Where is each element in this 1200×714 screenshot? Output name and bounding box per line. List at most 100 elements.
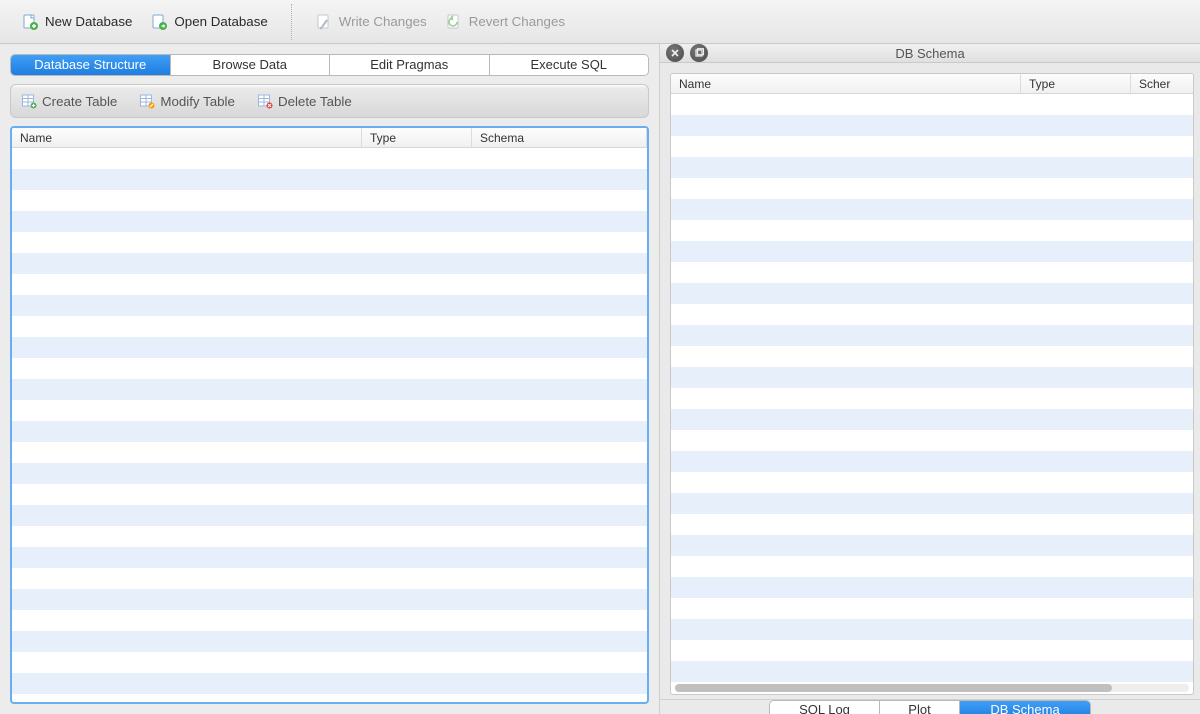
table-row [671,325,1193,346]
delete-table-label: Delete Table [278,94,352,109]
table-row [12,379,647,400]
table-row [12,358,647,379]
table-row [671,136,1193,157]
toolbar-section-file: New Database Open Database [6,8,283,36]
table-row [671,451,1193,472]
table-row [12,190,647,211]
table-row [12,295,647,316]
left-pane: Database Structure Browse Data Edit Prag… [0,44,660,714]
undock-panel-button[interactable] [690,44,708,62]
structure-col-type[interactable]: Type [362,128,472,147]
bottom-tab-plot[interactable]: Plot [880,701,960,714]
bottom-tab-db-schema[interactable]: DB Schema [960,701,1090,714]
open-database-label: Open Database [174,14,267,29]
write-changes-icon [315,13,333,31]
tab-edit-pragmas[interactable]: Edit Pragmas [330,55,490,75]
table-row [12,316,647,337]
right-pane: DB Schema Name Type Scher SQL Log Plot D… [660,44,1200,714]
open-database-button[interactable]: Open Database [141,8,276,36]
structure-tree[interactable]: Name Type Schema [10,126,649,704]
write-changes-button[interactable]: Write Changes [306,8,436,36]
create-table-label: Create Table [42,94,117,109]
table-row [671,493,1193,514]
table-row [12,400,647,421]
table-row [671,535,1193,556]
structure-action-bar: Create Table Modify Table Delete Table [10,84,649,118]
table-row [671,283,1193,304]
structure-tree-body [12,148,647,702]
table-row [12,526,647,547]
schema-table-header: Name Type Scher [671,74,1193,94]
schema-col-name[interactable]: Name [671,74,1021,93]
new-database-button[interactable]: New Database [12,8,141,36]
table-row [671,430,1193,451]
table-row [12,652,647,673]
table-row [671,514,1193,535]
structure-tree-header: Name Type Schema [12,128,647,148]
bottom-segment: SQL Log Plot DB Schema [769,700,1091,714]
table-row [12,505,647,526]
table-row [671,241,1193,262]
structure-col-name[interactable]: Name [12,128,362,147]
delete-table-button[interactable]: Delete Table [257,93,352,109]
table-row [12,463,647,484]
table-row [671,304,1193,325]
table-row [12,610,647,631]
new-database-label: New Database [45,14,132,29]
table-row [671,94,1193,115]
table-row [12,232,647,253]
top-toolbar: New Database Open Database Write Changes… [0,0,1200,44]
schema-h-scrollbar[interactable] [671,682,1193,694]
revert-changes-button[interactable]: Revert Changes [436,8,574,36]
schema-table-body [671,94,1193,682]
right-pane-bottom-tabs: SQL Log Plot DB Schema [660,699,1200,714]
table-row [12,484,647,505]
revert-changes-label: Revert Changes [469,14,565,29]
table-row [671,262,1193,283]
right-pane-header: DB Schema [660,44,1200,63]
delete-table-icon [257,93,273,109]
table-row [671,640,1193,661]
table-row [12,253,647,274]
table-row [12,568,647,589]
table-row [671,199,1193,220]
table-row [671,157,1193,178]
table-row [671,409,1193,430]
table-row [671,598,1193,619]
toolbar-section-changes: Write Changes Revert Changes [300,8,580,36]
bottom-tab-sql-log[interactable]: SQL Log [770,701,880,714]
table-row [12,211,647,232]
toolbar-separator [291,4,292,40]
table-row [12,631,647,652]
revert-changes-icon [445,13,463,31]
write-changes-label: Write Changes [339,14,427,29]
table-row [671,577,1193,598]
table-row [671,472,1193,493]
tab-database-structure[interactable]: Database Structure [11,55,171,75]
tab-execute-sql[interactable]: Execute SQL [490,55,649,75]
create-table-button[interactable]: Create Table [21,93,117,109]
table-row [12,589,647,610]
schema-col-type[interactable]: Type [1021,74,1131,93]
modify-table-button[interactable]: Modify Table [139,93,235,109]
close-panel-button[interactable] [666,44,684,62]
right-pane-title: DB Schema [660,46,1200,61]
table-row [12,421,647,442]
table-row [671,619,1193,640]
table-row [671,115,1193,136]
table-row [12,148,647,169]
table-row [12,337,647,358]
schema-col-schema[interactable]: Scher [1131,74,1193,93]
structure-col-schema[interactable]: Schema [472,128,647,147]
table-row [12,169,647,190]
modify-table-label: Modify Table [160,94,235,109]
modify-table-icon [139,93,155,109]
table-row [671,388,1193,409]
close-icon [670,48,680,58]
schema-table[interactable]: Name Type Scher [670,73,1194,695]
open-database-icon [150,13,168,31]
right-pane-body: Name Type Scher [660,63,1200,699]
tab-browse-data[interactable]: Browse Data [171,55,331,75]
main-split: Database Structure Browse Data Edit Prag… [0,44,1200,714]
table-row [12,673,647,694]
